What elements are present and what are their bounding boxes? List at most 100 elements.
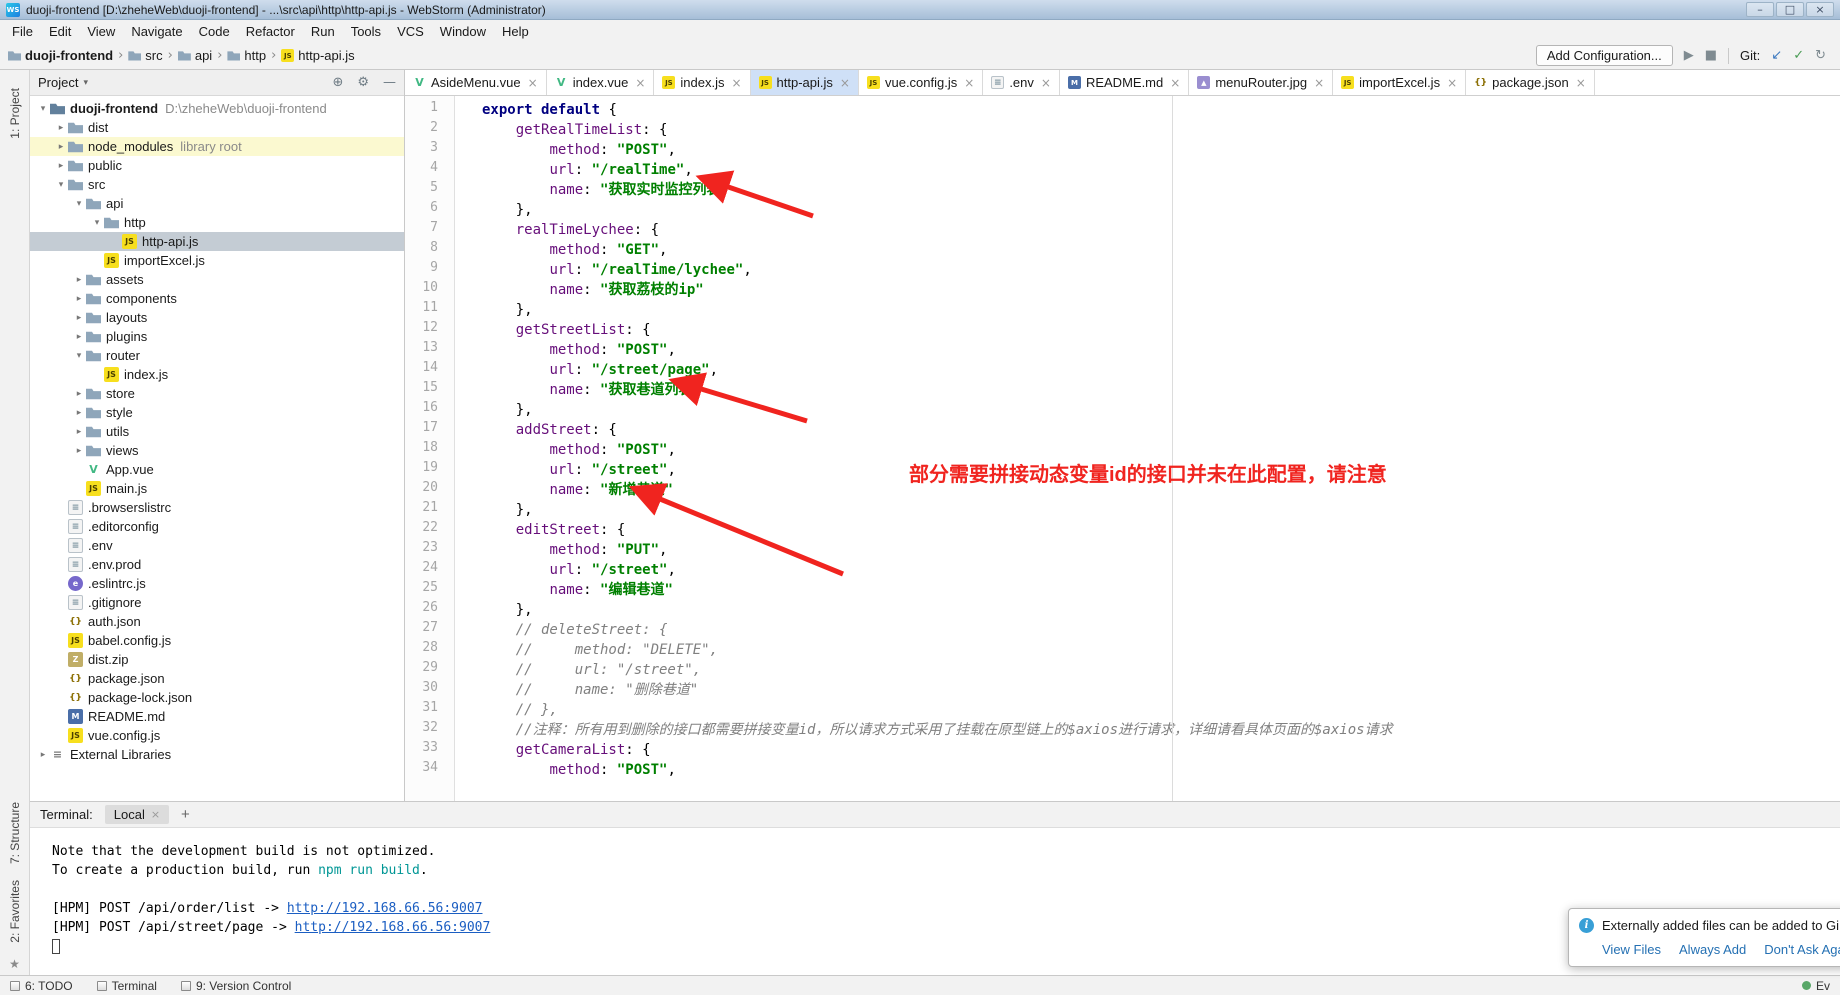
code-area[interactable]: export default { getRealTimeList: { meth…	[456, 96, 1840, 801]
tree-item-style[interactable]: ▸style	[30, 403, 404, 422]
tab-index.js[interactable]: JSindex.js×	[654, 70, 750, 95]
maximize-window-icon[interactable]: □	[1776, 2, 1804, 17]
menu-item-tools[interactable]: Tools	[343, 22, 389, 41]
minimize-window-icon[interactable]: –	[1746, 2, 1774, 17]
tool-stripe-project[interactable]: 1: Project	[8, 88, 22, 139]
tree-item-nodemodules[interactable]: ▸node_moduleslibrary root	[30, 137, 404, 156]
tool-stripe-favorites[interactable]: 2: Favorites	[8, 880, 22, 943]
close-window-icon[interactable]: ×	[1806, 2, 1834, 17]
terminal-cursor[interactable]	[52, 939, 60, 954]
tab-vue.config.js[interactable]: JSvue.config.js×	[859, 70, 983, 95]
tab-index.vue[interactable]: Vindex.vue×	[547, 70, 655, 95]
tree-item-dist[interactable]: ▸dist	[30, 118, 404, 137]
tree-item-vue.config.js[interactable]: JSvue.config.js	[30, 726, 404, 745]
menu-item-window[interactable]: Window	[432, 22, 494, 41]
tree-item-readme.md[interactable]: MREADME.md	[30, 707, 404, 726]
chevron-expanded-icon[interactable]: ▾	[54, 180, 68, 190]
chevron-collapsed-icon[interactable]: ▸	[72, 427, 86, 437]
terminal-link[interactable]: http://192.168.66.56:9007	[295, 920, 491, 935]
favorites-star-icon[interactable]: ★	[9, 957, 20, 971]
editor-gutter[interactable]: 1234567891011121314151617181920212223242…	[405, 96, 455, 801]
tree-item-package.json[interactable]: {}package.json	[30, 669, 404, 688]
tree-item-auth.json[interactable]: {}auth.json	[30, 612, 404, 631]
menu-item-run[interactable]: Run	[303, 22, 343, 41]
chevron-expanded-icon[interactable]: ▾	[72, 351, 86, 361]
tree-item-store[interactable]: ▸store	[30, 384, 404, 403]
close-icon[interactable]: ×	[731, 76, 741, 90]
tree-item-duoji-frontend[interactable]: ▾duoji-frontendD:\zheheWeb\duoji-fronten…	[30, 99, 404, 118]
chevron-down-icon[interactable]: ▾	[83, 78, 88, 88]
tree-item-package-lock.json[interactable]: {}package-lock.json	[30, 688, 404, 707]
tree-item-layouts[interactable]: ▸layouts	[30, 308, 404, 327]
terminal-link[interactable]: http://192.168.66.56:9007	[287, 901, 483, 916]
stop-icon[interactable]: ■	[1705, 48, 1717, 63]
terminal-tab-local[interactable]: Local ×	[105, 805, 169, 824]
tree-item-router[interactable]: ▾router	[30, 346, 404, 365]
tab-menurouter.jpg[interactable]: ▲menuRouter.jpg×	[1189, 70, 1333, 95]
menu-item-vcs[interactable]: VCS	[389, 22, 432, 41]
tree-item-plugins[interactable]: ▸plugins	[30, 327, 404, 346]
chevron-collapsed-icon[interactable]: ▸	[72, 313, 86, 323]
tree-item-http[interactable]: ▾http	[30, 213, 404, 232]
breadcrumb-item-duoji-frontend[interactable]: duoji-frontend	[8, 48, 113, 63]
tree-item-.browserslistrc[interactable]: ≡.browserslistrc	[30, 498, 404, 517]
menu-item-refactor[interactable]: Refactor	[238, 22, 303, 41]
git-update-icon[interactable]: ↙	[1771, 48, 1782, 63]
breadcrumb-item-http[interactable]: http	[227, 48, 266, 63]
menu-item-navigate[interactable]: Navigate	[123, 22, 190, 41]
close-icon[interactable]: ×	[964, 76, 974, 90]
notification-action-viewfiles[interactable]: View Files	[1602, 942, 1661, 957]
locate-file-icon[interactable]: ⊕	[332, 75, 343, 90]
chevron-collapsed-icon[interactable]: ▸	[54, 123, 68, 133]
tree-item-externallibraries[interactable]: ▸≡External Libraries	[30, 745, 404, 764]
tab-readme.md[interactable]: MREADME.md×	[1060, 70, 1189, 95]
chevron-collapsed-icon[interactable]: ▸	[72, 294, 86, 304]
run-icon[interactable]: ▶	[1684, 48, 1694, 63]
close-icon[interactable]: ×	[1041, 76, 1051, 90]
menu-item-help[interactable]: Help	[494, 22, 537, 41]
tab-package.json[interactable]: {}package.json×	[1466, 70, 1595, 95]
chevron-collapsed-icon[interactable]: ▸	[36, 750, 50, 760]
menu-item-code[interactable]: Code	[191, 22, 238, 41]
notification-action-alwaysadd[interactable]: Always Add	[1679, 942, 1746, 957]
breadcrumb-item-src[interactable]: src	[128, 48, 162, 63]
new-terminal-button[interactable]: +	[181, 806, 190, 823]
hide-panel-icon[interactable]: —	[383, 75, 396, 90]
tab-asidemenu.vue[interactable]: VAsideMenu.vue×	[405, 70, 547, 95]
breadcrumb-item-api[interactable]: api	[178, 48, 212, 63]
chevron-collapsed-icon[interactable]: ▸	[72, 275, 86, 285]
chevron-collapsed-icon[interactable]: ▸	[72, 332, 86, 342]
settings-gear-icon[interactable]: ⚙	[357, 75, 369, 90]
add-configuration-button[interactable]: Add Configuration...	[1536, 45, 1673, 66]
tab-http-api.js[interactable]: JShttp-api.js×	[751, 70, 859, 95]
close-icon[interactable]: ×	[1447, 76, 1457, 90]
tree-item-http-api.js[interactable]: JShttp-api.js	[30, 232, 404, 251]
breadcrumb-item-http-api.js[interactable]: JShttp-api.js	[281, 48, 354, 63]
tree-item-.gitignore[interactable]: ≡.gitignore	[30, 593, 404, 612]
menu-item-edit[interactable]: Edit	[41, 22, 79, 41]
close-icon[interactable]: ×	[151, 808, 160, 821]
tree-item-main.js[interactable]: JSmain.js	[30, 479, 404, 498]
tree-item-index.js[interactable]: JSindex.js	[30, 365, 404, 384]
tool-stripe-structure[interactable]: 7: Structure	[8, 802, 22, 864]
chevron-expanded-icon[interactable]: ▾	[36, 104, 50, 114]
tree-item-importexcel.js[interactable]: JSimportExcel.js	[30, 251, 404, 270]
tree-item-src[interactable]: ▾src	[30, 175, 404, 194]
close-icon[interactable]: ×	[528, 76, 538, 90]
tree-item-.env.prod[interactable]: ≡.env.prod	[30, 555, 404, 574]
status-bar-item-9versioncontrol[interactable]: 9: Version Control	[181, 979, 291, 993]
event-log-button[interactable]: Ev	[1802, 979, 1830, 993]
tab-.env[interactable]: ≡.env×	[983, 70, 1060, 95]
chevron-collapsed-icon[interactable]: ▸	[72, 389, 86, 399]
chevron-collapsed-icon[interactable]: ▸	[54, 161, 68, 171]
close-icon[interactable]: ×	[1170, 76, 1180, 90]
tree-item-components[interactable]: ▸components	[30, 289, 404, 308]
tree-item-assets[interactable]: ▸assets	[30, 270, 404, 289]
chevron-collapsed-icon[interactable]: ▸	[54, 142, 68, 152]
tree-item-.env[interactable]: ≡.env	[30, 536, 404, 555]
chevron-expanded-icon[interactable]: ▾	[72, 199, 86, 209]
tree-item-babel.config.js[interactable]: JSbabel.config.js	[30, 631, 404, 650]
close-icon[interactable]: ×	[1314, 76, 1324, 90]
git-history-icon[interactable]: ↻	[1815, 48, 1826, 63]
tree-item-.editorconfig[interactable]: ≡.editorconfig	[30, 517, 404, 536]
